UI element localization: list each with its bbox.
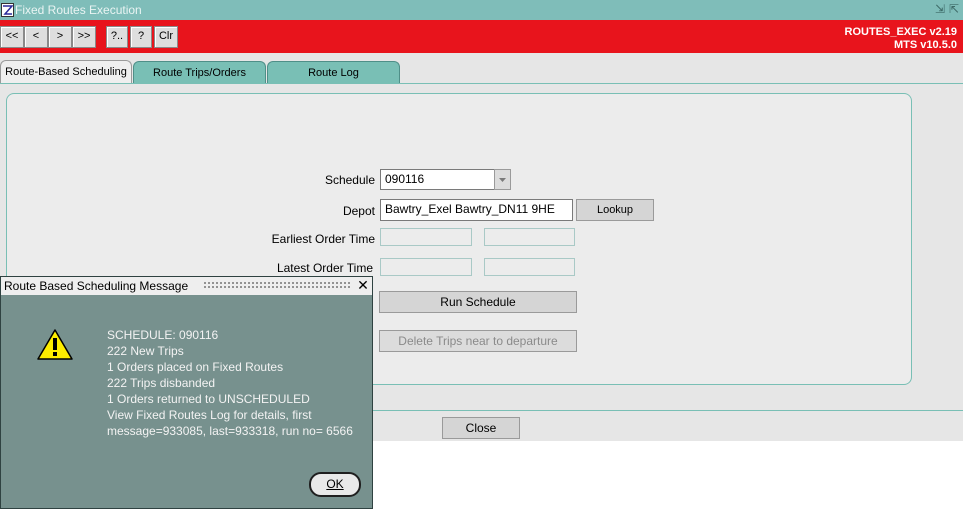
depot-field[interactable]: Bawtry_Exel Bawtry_DN11 9HE xyxy=(380,199,573,221)
minimize-icon[interactable]: ⇲ xyxy=(935,2,947,16)
mts-version-label: MTS v10.5.0 xyxy=(894,39,957,51)
tab-route-based-scheduling[interactable]: Route-Based Scheduling xyxy=(0,60,132,85)
clear-button[interactable]: Clr xyxy=(154,26,178,48)
latest-order-time-label: Latest Order Time xyxy=(276,261,373,275)
earliest-order-time-field[interactable] xyxy=(484,228,575,246)
run-schedule-button[interactable]: Run Schedule xyxy=(379,291,577,313)
window-titlebar xyxy=(0,0,963,20)
depot-label: Depot xyxy=(342,204,375,218)
query-button[interactable]: ?.. xyxy=(106,26,128,48)
dialog-message-line: 1 Orders placed on Fixed Routes xyxy=(107,360,284,374)
dialog-message-line: message=933085, last=933318, run no= 656… xyxy=(107,424,353,438)
dialog-message-line: 1 Orders returned to UNSCHEDULED xyxy=(107,392,310,406)
tab-route-log[interactable]: Route Log xyxy=(267,61,400,84)
earliest-order-time-label: Earliest Order Time xyxy=(271,232,375,246)
window-title: Fixed Routes Execution xyxy=(15,3,142,17)
lookup-button[interactable]: Lookup xyxy=(576,199,654,221)
dialog-message-line: 222 New Trips xyxy=(107,344,184,358)
first-record-button[interactable]: << xyxy=(0,26,24,48)
previous-record-button[interactable]: < xyxy=(24,26,48,48)
earliest-order-date-field[interactable] xyxy=(380,228,472,246)
tab-route-trips-orders[interactable]: Route Trips/Orders xyxy=(133,61,266,84)
close-icon[interactable]: ✕ xyxy=(356,277,370,293)
app-icon xyxy=(1,3,14,17)
delete-trips-button[interactable]: Delete Trips near to departure xyxy=(379,330,577,352)
chevron-down-icon[interactable] xyxy=(494,169,511,190)
version-label: ROUTES_EXEC v2.19 xyxy=(844,26,958,38)
schedule-select[interactable]: 090116 xyxy=(380,169,495,190)
schedule-label: Schedule xyxy=(324,173,375,187)
last-record-button[interactable]: >> xyxy=(72,26,96,48)
warning-icon xyxy=(36,328,74,361)
ok-button-label: OK xyxy=(326,477,344,491)
ok-button[interactable]: OK xyxy=(309,472,361,497)
dialog-title: Route Based Scheduling Message xyxy=(4,279,189,293)
help-button[interactable]: ? xyxy=(130,26,152,48)
maximize-icon[interactable]: ⇱ xyxy=(949,2,961,16)
dialog-message-line: SCHEDULE: 090116 xyxy=(107,328,219,342)
close-button[interactable]: Close xyxy=(442,417,520,439)
next-record-button[interactable]: > xyxy=(48,26,72,48)
dialog-message-line: View Fixed Routes Log for details, first xyxy=(107,408,312,422)
latest-order-time-field[interactable] xyxy=(484,258,575,276)
dialog-drag-grip[interactable] xyxy=(203,281,350,290)
dialog-message-line: 222 Trips disbanded xyxy=(107,376,216,390)
latest-order-date-field[interactable] xyxy=(380,258,472,276)
